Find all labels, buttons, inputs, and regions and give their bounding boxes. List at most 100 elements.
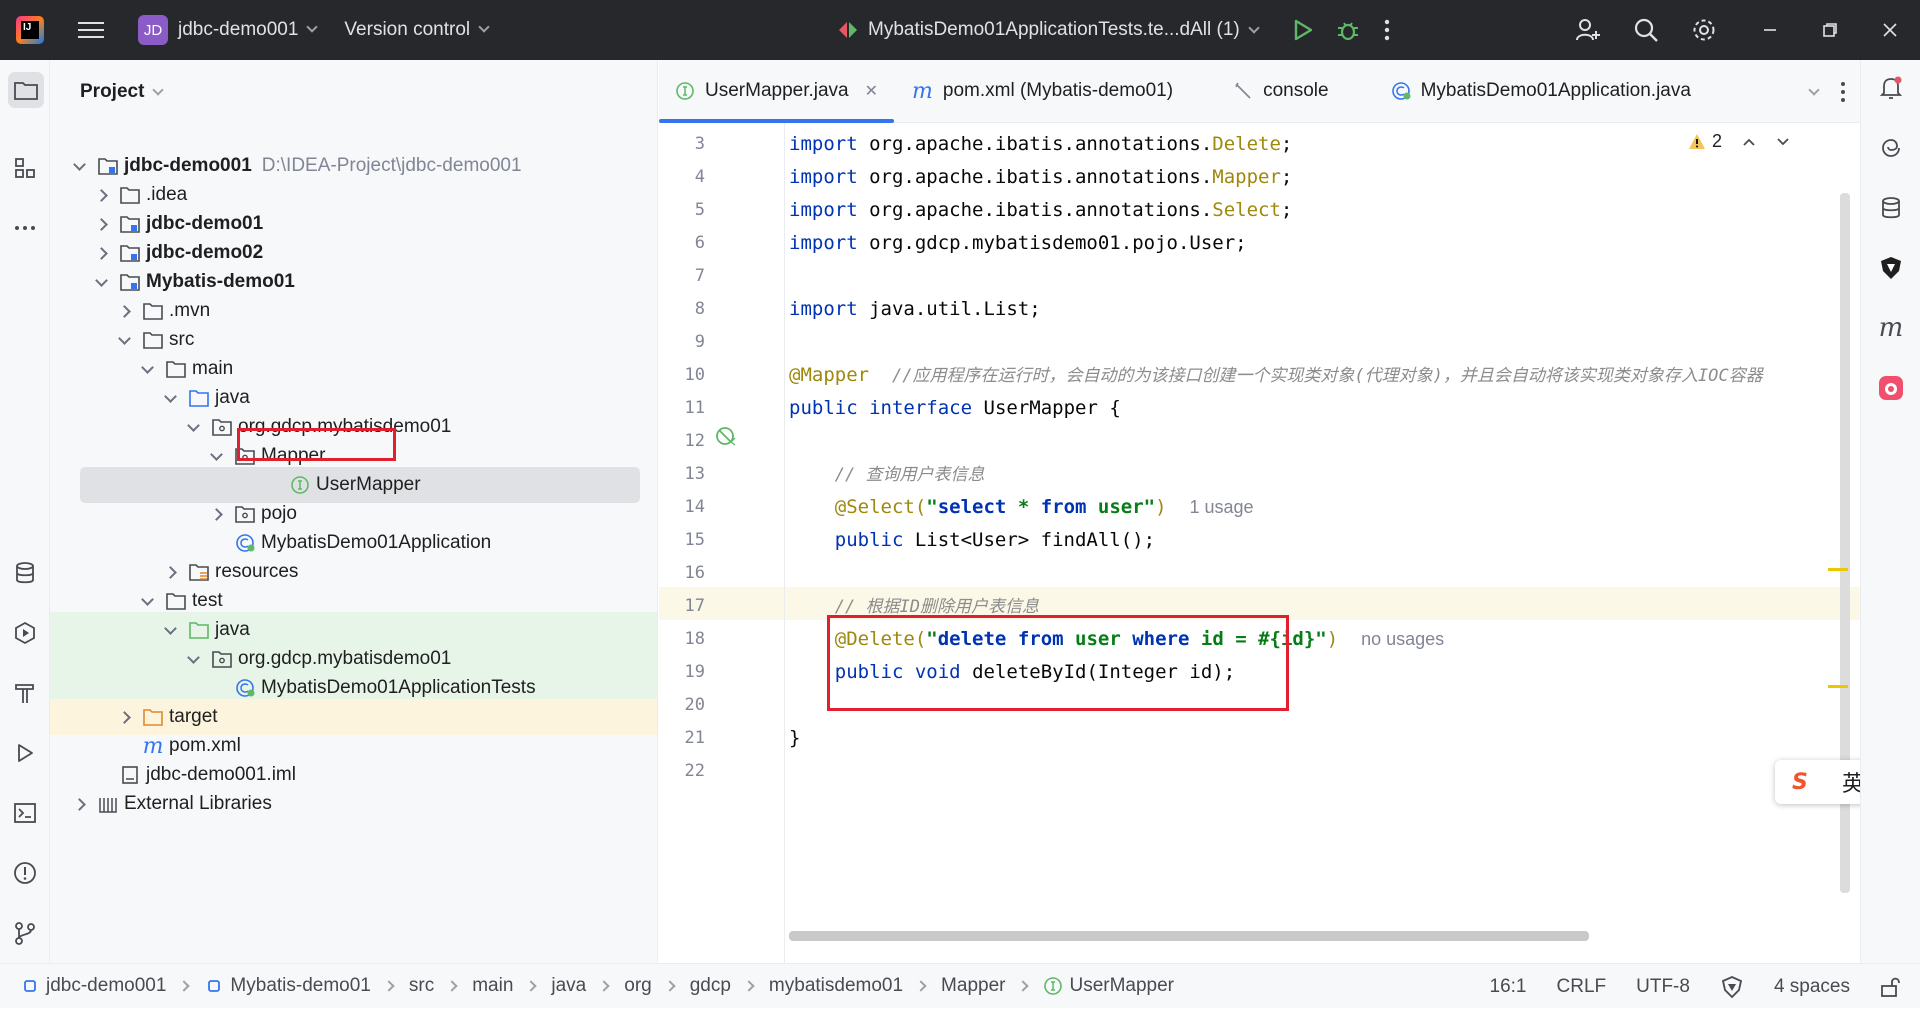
maven-icon[interactable]: m [1875,312,1907,344]
vcs-widget[interactable]: Version control [344,19,490,41]
implementation-gutter-icon[interactable] [715,425,737,447]
line-number: 15 [684,530,705,550]
expand-arrow-icon[interactable] [117,304,131,318]
run-icon[interactable] [1292,18,1314,42]
editor-horizontal-scrollbar[interactable] [789,931,1589,941]
project-badge[interactable]: JD [138,15,168,45]
notifications-icon[interactable] [1875,72,1907,104]
usage-hint[interactable]: no usages [1361,629,1444,649]
collapse-arrow-icon[interactable] [140,362,154,376]
code-line: // 查询用户表信息 [834,465,985,485]
bird-plugin-icon[interactable] [1875,252,1907,284]
breadcrumb-item[interactable]: Mapper [941,975,1005,997]
breadcrumb-item[interactable]: main [472,975,513,997]
tab-label: MybatisDemo01Application.java [1420,80,1691,101]
caret-position[interactable]: 16:1 [1490,976,1527,998]
usage-hint[interactable]: 1 usage [1189,497,1253,517]
indent-setting[interactable]: 4 spaces [1774,976,1850,998]
project-switcher[interactable]: jdbc-demo001 [178,19,319,41]
line-separator[interactable]: CRLF [1557,976,1607,998]
more-tools-icon[interactable] [9,212,41,244]
previous-highlight-icon[interactable] [1742,137,1756,147]
collapse-arrow-icon[interactable] [186,652,200,666]
build-hammer-icon[interactable] [9,677,41,709]
tab-pom[interactable]: m pom.xml (Mybatis-demo01) [894,60,1189,123]
expand-arrow-icon[interactable] [117,710,131,724]
problems-icon[interactable] [9,857,41,889]
close-tab-icon[interactable]: ✕ [865,81,878,101]
chevron-right-icon [525,980,538,992]
line-number: 4 [694,167,705,187]
expand-arrow-icon[interactable] [94,217,108,231]
more-actions-icon[interactable] [1384,19,1390,41]
inspection-widget[interactable]: 2 [1688,131,1790,152]
package-icon [212,418,232,436]
services-icon[interactable] [9,617,41,649]
project-panel-header[interactable]: Project [50,60,657,124]
collapse-arrow-icon[interactable] [163,391,177,405]
code-editor[interactable]: 2 3 4 5 6 7 8 9 10 11 12 13 14 15 16 17 … [659,123,1860,963]
run-tool-icon[interactable] [9,737,41,769]
collapse-arrow-icon[interactable] [140,594,154,608]
tab-console[interactable]: console [1189,60,1345,123]
add-user-icon[interactable] [1568,10,1608,50]
collapse-arrow-icon[interactable] [186,420,200,434]
collapse-arrow-icon[interactable] [94,275,108,289]
run-configuration-selector[interactable]: MybatisDemo01ApplicationTests.te...dAll … [836,0,1390,60]
next-highlight-icon[interactable] [1776,137,1790,147]
warning-marker[interactable] [1828,685,1848,688]
breadcrumb-item[interactable]: UserMapper [1069,975,1174,997]
collapse-arrow-icon[interactable] [72,159,86,173]
expand-arrow-icon[interactable] [94,246,108,260]
tab-label: pom.xml (Mybatis-demo01) [942,80,1174,101]
gear-icon[interactable] [1684,10,1724,50]
collapse-arrow-icon[interactable] [209,449,223,463]
file-encoding[interactable]: UTF-8 [1636,976,1690,998]
tree-label: java [215,387,250,408]
breadcrumb-item[interactable]: Mybatis-demo01 [230,975,370,997]
spring-class-icon [1391,81,1411,101]
expand-arrow-icon[interactable] [72,797,86,811]
minimize-icon[interactable] [1750,10,1790,50]
tab-application[interactable]: MybatisDemo01Application.java [1345,60,1707,123]
git-branch-icon[interactable] [9,917,41,949]
breadcrumb-item[interactable]: src [409,975,434,997]
breadcrumb-item[interactable]: gdcp [690,975,731,997]
tree-label: .idea [146,184,188,205]
status-widgets: 16:1 CRLF UTF-8 4 spaces [1490,964,1920,1009]
breadcrumb-item[interactable]: java [551,975,586,997]
tree-node[interactable]: External Libraries [50,786,657,822]
breadcrumb-item[interactable]: jdbc-demo001 [46,975,166,997]
collapse-arrow-icon[interactable] [117,333,131,347]
search-icon[interactable] [1626,10,1666,50]
plugin-red-icon[interactable] [1875,372,1907,404]
intellij-logo-icon[interactable]: IJ [16,16,44,44]
project-folder-icon[interactable] [8,72,44,108]
tab-more-icon[interactable] [1840,81,1846,103]
restore-icon[interactable] [1810,10,1850,50]
expand-arrow-icon[interactable] [163,565,177,579]
database-icon[interactable] [1875,192,1907,224]
code-line: import org.apache.ibatis.annotations.Del… [789,133,1293,155]
warning-marker[interactable] [1828,568,1848,571]
database-icon[interactable] [9,557,41,589]
tree-label: pom.xml [169,735,241,756]
tree-label: External Libraries [124,793,272,814]
main-menu-icon[interactable] [78,22,104,38]
structure-icon[interactable] [9,152,41,184]
terminal-icon[interactable] [9,797,41,829]
maven-icon: m [142,733,164,759]
collapse-arrow-icon[interactable] [163,623,177,637]
breadcrumb-item[interactable]: mybatisdemo01 [769,975,903,997]
breadcrumb-item[interactable]: org [624,975,651,997]
ai-assistant-icon[interactable] [1875,132,1907,164]
tab-list-chevron-icon[interactable] [1808,83,1820,96]
tab-usermapper[interactable]: UserMapper.java ✕ [659,60,895,123]
close-icon[interactable] [1870,10,1910,50]
expand-arrow-icon[interactable] [209,507,223,521]
line-number: 12 [684,431,705,451]
bird-plugin-status-icon[interactable] [1720,975,1744,999]
expand-arrow-icon[interactable] [94,188,108,202]
debug-icon[interactable] [1336,18,1360,42]
unlock-icon[interactable] [1880,976,1900,998]
